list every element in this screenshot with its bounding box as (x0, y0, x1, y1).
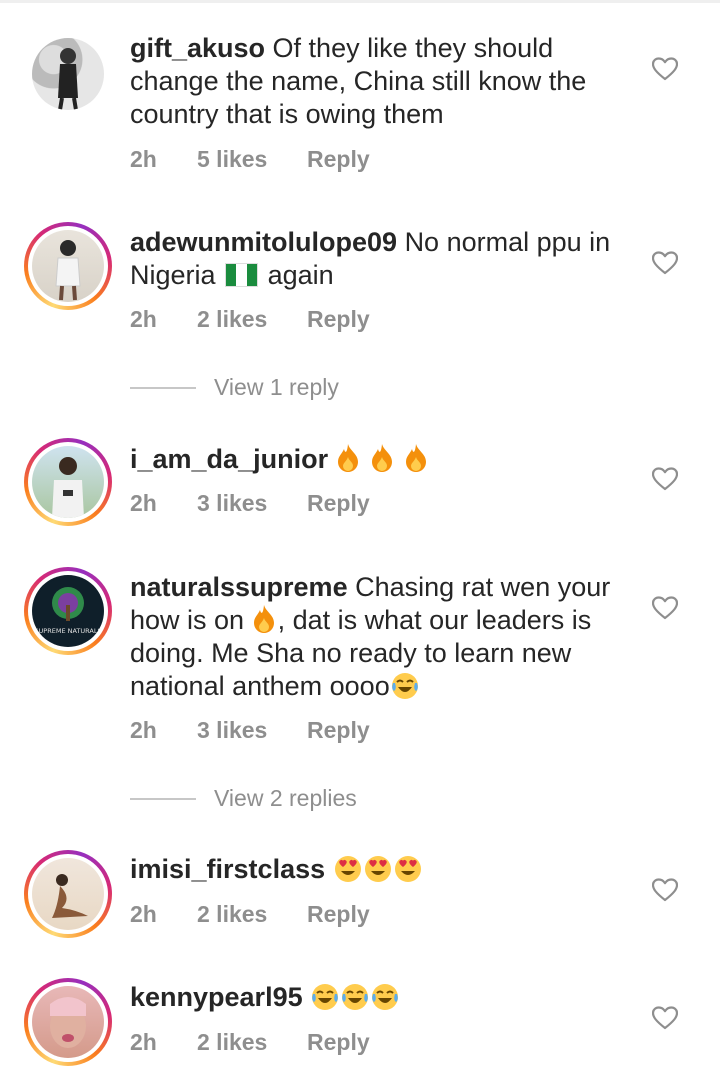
comment-body-end: again (267, 260, 334, 290)
avatar-photo (32, 38, 104, 110)
avatar-logo: SUPREME NATURALS (32, 575, 104, 647)
likes-count[interactable]: 2 likes (197, 1029, 307, 1056)
view-replies-button[interactable]: View 2 replies (130, 785, 357, 812)
view-replies-button[interactable]: View 1 reply (130, 374, 339, 401)
person-silhouette-icon (52, 457, 84, 518)
nigeria-flag-icon (225, 263, 259, 287)
likes-count[interactable]: 2 likes (197, 306, 307, 333)
timestamp: 2h (130, 490, 157, 516)
comment-meta: 2h 2 likes Reply (130, 306, 370, 333)
heart-outline-icon[interactable] (652, 467, 678, 491)
comment-text: i_am_da_junior (130, 443, 630, 476)
avatar[interactable] (24, 438, 112, 526)
tree-logo-icon: SUPREME NATURALS (34, 577, 102, 645)
avatar[interactable] (24, 222, 112, 310)
fire-emoji-icon (405, 444, 426, 472)
person-silhouette-icon (55, 240, 81, 301)
username[interactable]: naturalssupreme (130, 572, 348, 602)
heart-eyes-emoji-icon (364, 856, 391, 882)
heart-outline-icon[interactable] (652, 596, 678, 620)
timestamp: 2h (130, 1029, 157, 1055)
tears-of-joy-emoji-icon (391, 673, 418, 699)
reply-button[interactable]: Reply (307, 717, 370, 744)
heart-outline-icon[interactable] (652, 878, 678, 902)
avatar-photo (32, 446, 104, 518)
avatar-photo (32, 858, 104, 930)
reply-button[interactable]: Reply (307, 146, 370, 173)
avatar[interactable] (24, 978, 112, 1066)
likes-count[interactable]: 5 likes (197, 146, 307, 173)
reply-button[interactable]: Reply (307, 306, 370, 333)
view-replies-label: View 2 replies (214, 785, 357, 811)
comment-text: gift_akuso Of they like they should chan… (130, 32, 630, 131)
avatar[interactable]: SUPREME NATURALS (24, 567, 112, 655)
fire-emoji-icon (253, 605, 274, 633)
reply-button[interactable]: Reply (307, 490, 370, 517)
svg-text:SUPREME NATURALS: SUPREME NATURALS (34, 627, 101, 635)
fire-emoji-icon (371, 444, 392, 472)
avatar-photo (32, 986, 104, 1058)
divider (130, 797, 196, 800)
heart-outline-icon[interactable] (652, 251, 678, 275)
comment-text: kennypearl95 (130, 981, 630, 1014)
likes-count[interactable]: 3 likes (197, 490, 307, 517)
heart-eyes-emoji-icon (334, 856, 361, 882)
comment-meta: 2h 5 likes Reply (130, 146, 370, 173)
avatar-photo (32, 230, 104, 302)
person-silhouette-icon (58, 48, 78, 110)
comment-meta: 2h 2 likes Reply (130, 901, 370, 928)
reply-button[interactable]: Reply (307, 901, 370, 928)
comment-meta: 2h 3 likes Reply (130, 490, 370, 517)
person-silhouette-icon (52, 874, 88, 918)
timestamp: 2h (130, 717, 157, 743)
tears-of-joy-emoji-icon (372, 984, 399, 1010)
comment-text: adewunmitolulope09 No normal ppu in Nige… (130, 226, 630, 292)
tears-of-joy-emoji-icon (342, 984, 369, 1010)
tears-of-joy-emoji-icon (312, 984, 339, 1010)
heart-outline-icon[interactable] (652, 57, 678, 81)
avatar[interactable] (24, 850, 112, 938)
username[interactable]: kennypearl95 (130, 982, 303, 1012)
person-face-icon (50, 997, 86, 1048)
reply-button[interactable]: Reply (307, 1029, 370, 1056)
timestamp: 2h (130, 306, 157, 332)
fire-emoji-icon (337, 444, 358, 472)
timestamp: 2h (130, 901, 157, 927)
top-divider (0, 0, 720, 3)
timestamp: 2h (130, 146, 157, 172)
avatar[interactable] (32, 38, 104, 110)
username[interactable]: imisi_firstclass (130, 854, 325, 884)
likes-count[interactable]: 3 likes (197, 717, 307, 744)
comment-text: imisi_firstclass (130, 853, 630, 886)
heart-eyes-emoji-icon (394, 856, 421, 882)
comment-meta: 2h 2 likes Reply (130, 1029, 370, 1056)
divider (130, 386, 196, 389)
comment-meta: 2h 3 likes Reply (130, 717, 370, 744)
likes-count[interactable]: 2 likes (197, 901, 307, 928)
heart-outline-icon[interactable] (652, 1006, 678, 1030)
comment-text: naturalssupreme Chasing rat wen your how… (130, 571, 630, 703)
username[interactable]: gift_akuso (130, 33, 265, 63)
view-replies-label: View 1 reply (214, 374, 339, 400)
username[interactable]: i_am_da_junior (130, 444, 328, 474)
username[interactable]: adewunmitolulope09 (130, 227, 397, 257)
